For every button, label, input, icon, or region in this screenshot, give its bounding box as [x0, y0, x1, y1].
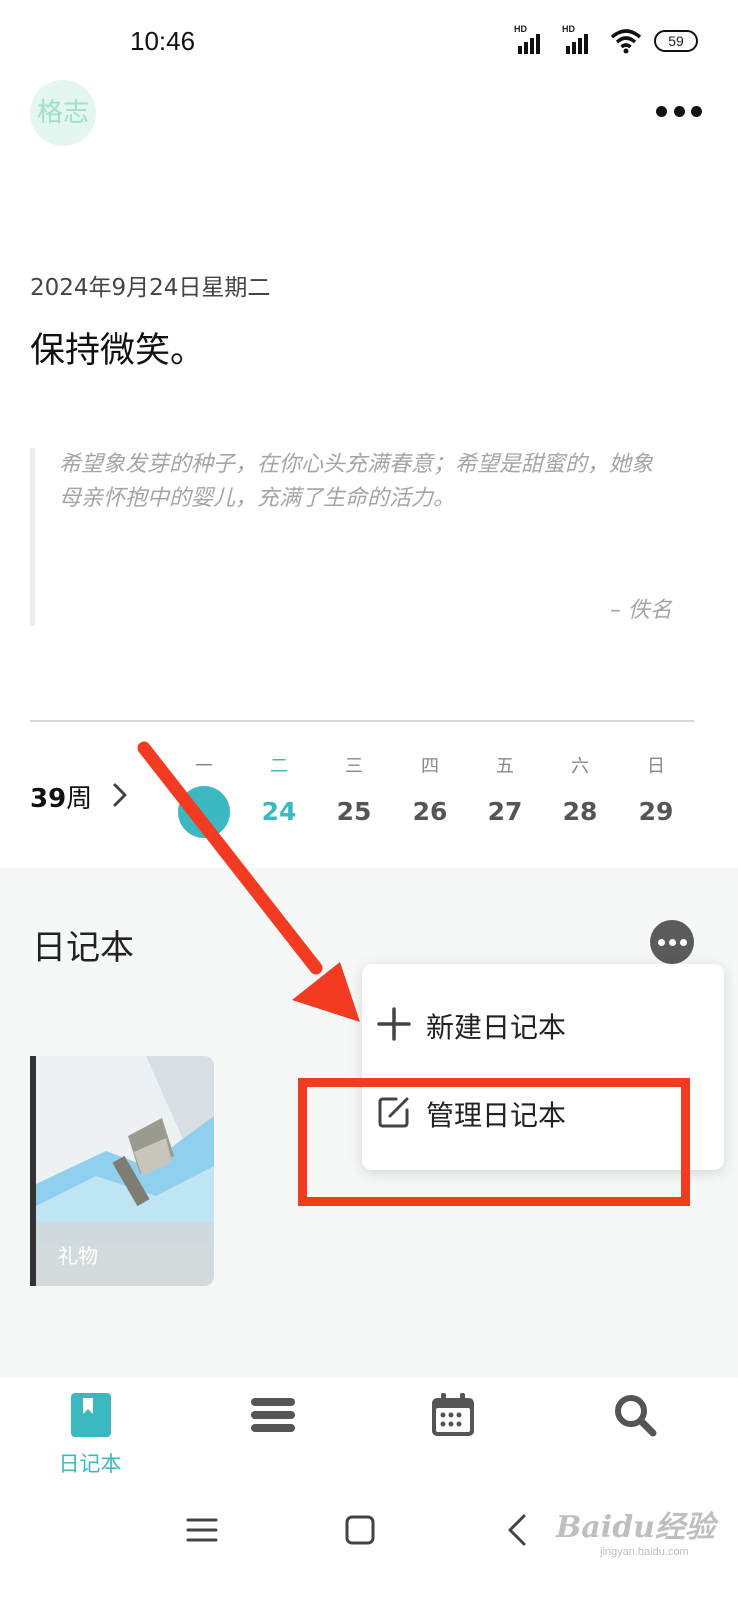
status-icons: HD HD 59	[514, 24, 698, 54]
back-icon[interactable]	[498, 1510, 538, 1550]
date-line: 2024年9月24日星期二	[30, 275, 271, 301]
battery-icon: 59	[654, 30, 698, 52]
tab-notebook[interactable]: 日记本	[30, 1388, 150, 1478]
week-number: 39	[30, 784, 67, 814]
plus-icon	[377, 1007, 411, 1041]
watermark: Baidu经验	[556, 1510, 715, 1545]
weekday-label: 一	[195, 756, 213, 777]
bottom-nav: 日记本	[0, 1378, 738, 1488]
week-suffix: 周	[66, 784, 93, 814]
tab-list[interactable]	[212, 1388, 332, 1478]
weekday-label: 五	[496, 756, 514, 777]
calendar-day[interactable]: 29	[630, 786, 682, 838]
notebook-card[interactable]: 礼物	[30, 1056, 214, 1286]
daily-motto: 保持微笑。	[30, 331, 206, 371]
chevron-right-icon[interactable]	[108, 780, 132, 810]
menu-item-new-notebook[interactable]: 新建日记本	[362, 982, 724, 1066]
quote-box: 希望象发芽的种子，在你心头充满春意；希望是甜蜜的，她象母亲怀抱中的婴儿，充满了生…	[30, 448, 690, 626]
annotation-highlight-box	[298, 1078, 690, 1206]
status-bar: 10:46 HD HD 59	[0, 0, 738, 80]
notebook-section-title: 日记本	[32, 928, 134, 968]
quote-author: – 佚名	[610, 598, 672, 623]
home-icon[interactable]	[340, 1510, 380, 1550]
weekday-label: 二	[270, 756, 288, 777]
tab-search[interactable]	[574, 1388, 694, 1478]
tab-label: 日记本	[58, 1452, 122, 1476]
cell-signal-icon: HD	[514, 24, 550, 54]
list-icon	[251, 1398, 295, 1432]
cell-signal-icon: HD	[562, 24, 598, 54]
calendar-day-today[interactable]: 24	[253, 786, 305, 838]
calendar-day[interactable]: 25	[328, 786, 380, 838]
calendar-day[interactable]: 23	[178, 786, 230, 838]
weekday-label: 日	[647, 756, 665, 777]
watermark-url: jingyan.baidu.com	[600, 1546, 689, 1558]
calendar-icon	[432, 1393, 474, 1436]
wifi-icon	[610, 29, 642, 54]
calendar-day[interactable]: 27	[479, 786, 531, 838]
tab-calendar[interactable]	[392, 1388, 512, 1478]
quote-text: 希望象发芽的种子，在你心头充满春意；希望是甜蜜的，她象母亲怀抱中的婴儿，充满了生…	[59, 452, 654, 511]
status-time: 10:46	[130, 26, 196, 56]
signal-hd-label: HD	[514, 24, 527, 34]
calendar-day[interactable]: 28	[554, 786, 606, 838]
week-label[interactable]: 39周	[30, 778, 92, 815]
bookmark-icon	[71, 1393, 111, 1437]
menu-item-label: 新建日记本	[426, 1011, 567, 1044]
signal-hd-label: HD	[562, 24, 575, 34]
notebook-more-icon[interactable]	[650, 920, 694, 964]
weekday-label: 三	[345, 756, 363, 777]
calendar-day[interactable]: 26	[404, 786, 456, 838]
avatar[interactable]: 格志	[30, 80, 96, 146]
search-icon	[615, 1395, 657, 1437]
menu-icon[interactable]	[182, 1510, 222, 1550]
divider	[30, 720, 694, 722]
more-options-icon[interactable]	[656, 96, 702, 126]
notebook-name: 礼物	[58, 1244, 98, 1268]
weekday-label: 四	[421, 756, 439, 777]
weekday-label: 六	[571, 756, 589, 777]
